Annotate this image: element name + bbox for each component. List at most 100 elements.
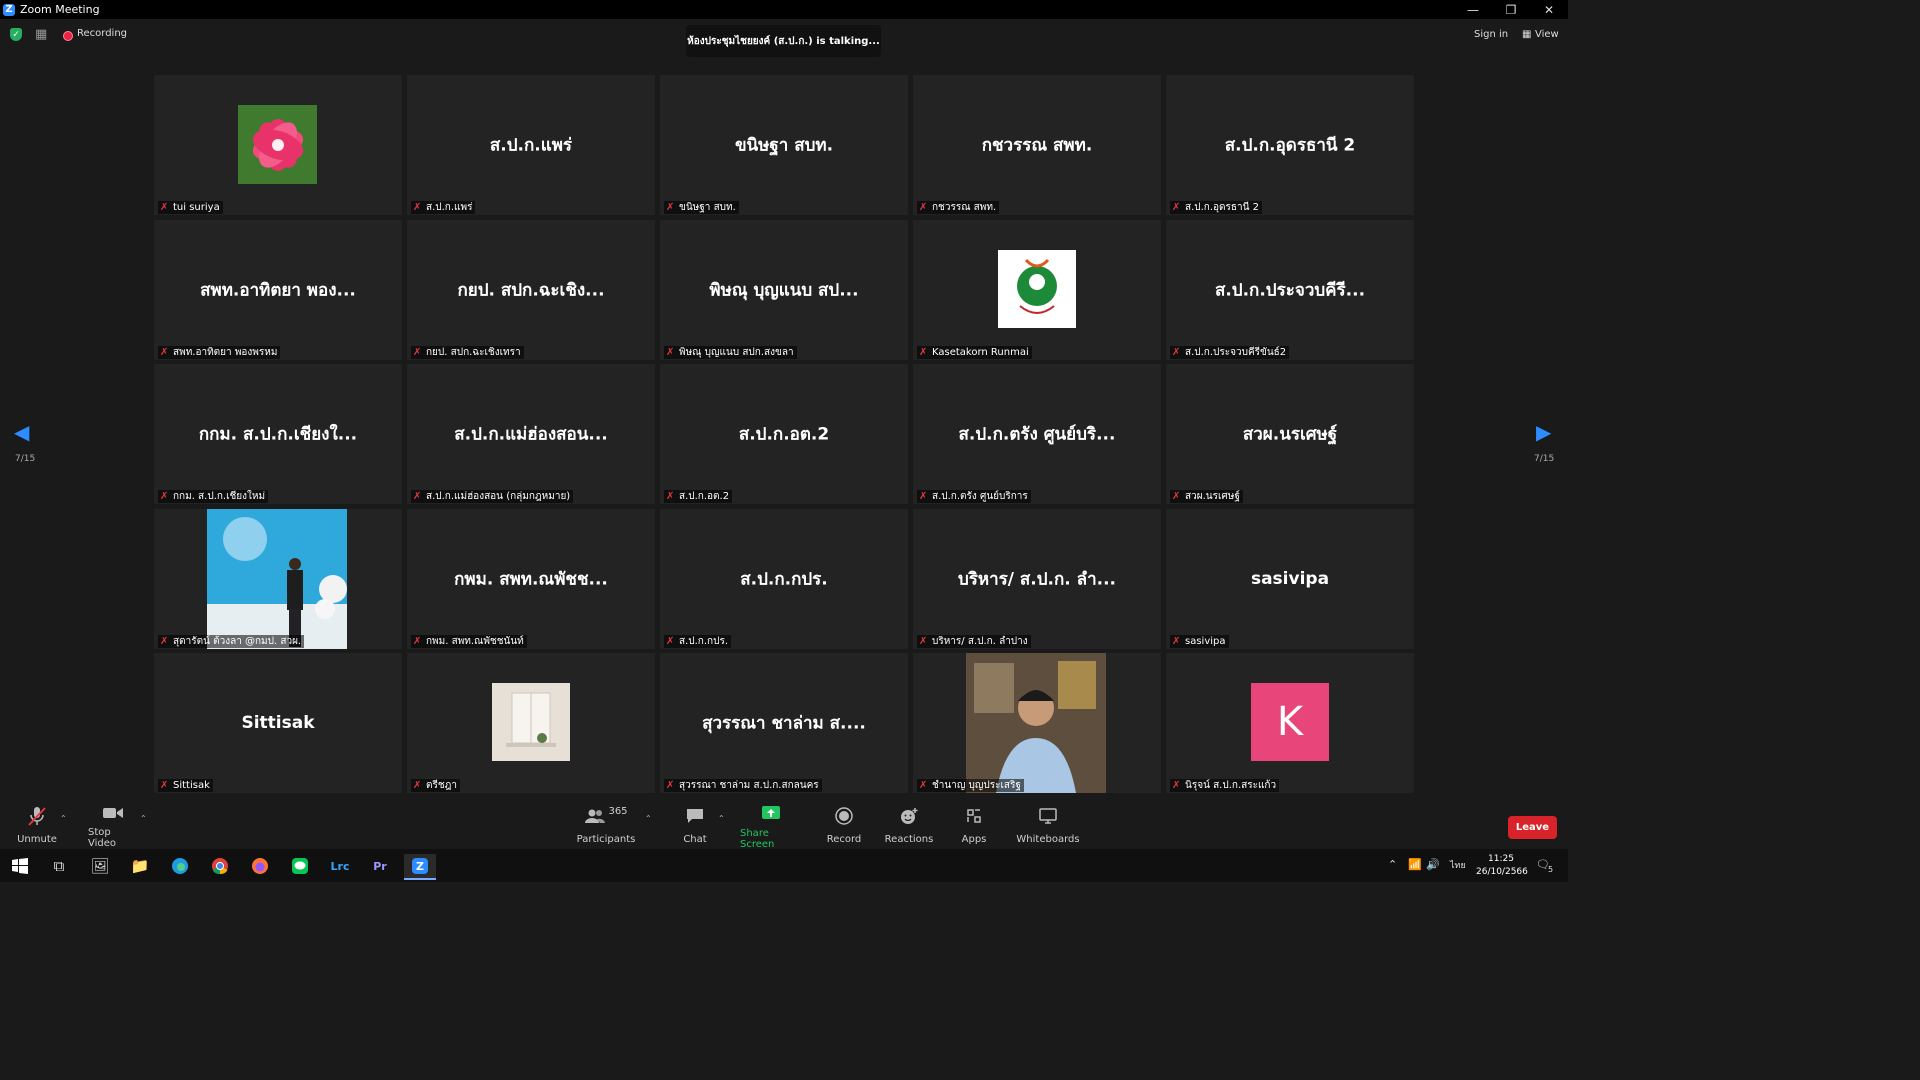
participant-name-text: สพท.อาทิตยา พองพรหม — [173, 347, 278, 358]
clock-date: 26/10/2566 — [1476, 867, 1528, 877]
participant-display-name: บริหาร/ ส.ป.ก. ลำ... — [957, 569, 1117, 590]
participant-tile[interactable]: กกม. ส.ป.ก.เชียงใ... ✗ กกม. ส.ป.ก.เชียงใหม… — [154, 364, 402, 504]
file-explorer-icon[interactable]: 📁 — [128, 854, 152, 878]
firefox-browser-icon[interactable] — [248, 854, 272, 878]
participant-tile[interactable]: Sittisak ✗ Sittisak — [154, 653, 402, 793]
clock-time: 11:25 — [1488, 854, 1514, 864]
windows-start-icon[interactable] — [8, 854, 32, 878]
restore-button[interactable]: ❐ — [1492, 0, 1530, 19]
view-button[interactable]: View — [1535, 29, 1559, 40]
participant-tile[interactable]: ✗ Kasetakorn Runmai — [913, 220, 1161, 360]
participant-tile[interactable]: สุวรรณา ชาล่าม ส.... ✗ สุวรรณา ชาล่าม ส.ป.… — [660, 653, 908, 793]
participants-button[interactable]: 365 Participants — [577, 804, 636, 849]
zoom-app-icon[interactable]: Z — [404, 854, 436, 880]
participant-tile[interactable]: ✗ ตรีชฎา — [407, 653, 655, 793]
unmute-button[interactable]: Unmute — [17, 804, 57, 849]
participant-tile[interactable]: ขนิษฐา สบท. ✗ ขนิษฐา สบท. — [660, 75, 908, 215]
muted-mic-icon: ✗ — [666, 202, 675, 213]
system-clock[interactable]: 11:25 26/10/2566 — [1476, 853, 1528, 879]
zoom-logo-icon: Z — [3, 3, 15, 16]
participant-name-label: ✗ ขนิษฐา สบท. — [664, 201, 739, 214]
leave-button[interactable]: Leave — [1508, 816, 1557, 839]
security-shield-icon[interactable]: ✓ — [10, 28, 22, 41]
reactions-button[interactable]: Reactions — [885, 804, 933, 849]
participant-tile[interactable]: พิษณุ บุญแนบ สป... ✗ พิษณุ บุญแนบ สปก.สงขล… — [660, 220, 908, 360]
video-options-caret-icon[interactable]: ⌃ — [140, 814, 147, 823]
participant-tile[interactable]: ✗ tui suriya — [154, 75, 402, 215]
photos-app-icon[interactable]: 🖼 — [88, 854, 112, 878]
participant-tile[interactable]: ส.ป.ก.อุดรธานี 2 ✗ ส.ป.ก.อุดรธานี 2 — [1166, 75, 1414, 215]
audio-options-caret-icon[interactable]: ⌃ — [60, 814, 67, 823]
line-app-icon[interactable] — [288, 854, 312, 878]
input-language[interactable]: ไทย — [1450, 858, 1466, 872]
muted-mic-icon — [26, 804, 48, 828]
whiteboards-button[interactable]: Whiteboards — [1016, 804, 1080, 849]
participant-tile[interactable]: สพท.อาทิตยา พอง... ✗ สพท.อาทิตยา พองพรหม — [154, 220, 402, 360]
share-screen-button[interactable]: Share Screen — [740, 804, 802, 850]
participant-tile[interactable]: ส.ป.ก.อต.2 ✗ ส.ป.ก.อต.2 — [660, 364, 908, 504]
premiere-pro-icon[interactable]: Pr — [368, 854, 392, 878]
participant-name-label: ✗ ส.ป.ก.แพร่ — [411, 201, 476, 214]
participant-tile[interactable]: กชวรรณ สพท. ✗ กชวรรณ สพท. — [913, 75, 1161, 215]
minimize-button[interactable]: — — [1454, 0, 1492, 19]
record-button[interactable]: Record — [826, 804, 862, 849]
muted-mic-icon: ✗ — [919, 780, 928, 791]
muted-mic-icon: ✗ — [413, 491, 422, 502]
close-button[interactable]: ✕ — [1530, 0, 1568, 19]
muted-mic-icon: ✗ — [666, 347, 675, 358]
view-grid-icon[interactable]: ▦ — [1522, 29, 1531, 40]
participant-tile[interactable]: บริหาร/ ส.ป.ก. ลำ... ✗ บริหาร/ ส.ป.ก. ลำปา… — [913, 509, 1161, 649]
participant-tile[interactable]: สวผ.นรเศษฐ์ ✗ สวผ.นรเศษฐ์ — [1166, 364, 1414, 504]
participants-caret-icon[interactable]: ⌃ — [645, 814, 652, 823]
muted-mic-icon: ✗ — [160, 202, 169, 213]
participant-name-text: นิรุจน์ ส.ป.ก.สระแก้ว — [1185, 780, 1277, 791]
stop-video-button[interactable]: Stop Video — [88, 804, 138, 849]
notification-count: 5 — [1548, 865, 1554, 874]
task-view-icon[interactable]: ⧉ — [47, 854, 71, 878]
participant-name-label: ✗ ส.ป.ก.แม่ฮ่องสอน (กลุ่มกฎหมาย) — [411, 490, 574, 503]
participant-tile[interactable]: ส.ป.ก.แม่ฮ่องสอน... ✗ ส.ป.ก.แม่ฮ่องสอน (กล… — [407, 364, 655, 504]
participant-tile[interactable]: ✗ สุดารัตน์ ต้วงลา @กมป. สวผ. — [154, 509, 402, 649]
sign-in-button[interactable]: Sign in — [1474, 29, 1508, 40]
muted-mic-icon: ✗ — [413, 780, 422, 791]
volume-icon[interactable]: 🔊 — [1426, 858, 1440, 871]
participant-display-name: กกม. ส.ป.ก.เชียงใ... — [198, 424, 358, 445]
network-icon[interactable]: 📶 — [1408, 858, 1422, 871]
prev-page-arrow-icon[interactable]: ◀ — [14, 420, 29, 444]
muted-mic-icon: ✗ — [919, 347, 928, 358]
meeting-info-grid-icon[interactable]: ▦ — [35, 28, 48, 41]
participant-display-name: ส.ป.ก.ประจวบคีรี... — [1214, 280, 1366, 301]
participant-tile[interactable]: ส.ป.ก.ประจวบคีรี... ✗ ส.ป.ก.ประจวบคีรีขันธ… — [1166, 220, 1414, 360]
recording-label[interactable]: Recording — [77, 28, 127, 39]
participant-name-text: sasivipa — [1185, 636, 1226, 647]
lightroom-classic-icon[interactable]: Lrc — [328, 854, 352, 878]
participant-tile[interactable]: ส.ป.ก.ตรัง ศูนย์บริ... ✗ ส.ป.ก.ตรัง ศูนย์บ… — [913, 364, 1161, 504]
chat-caret-icon[interactable]: ⌃ — [718, 814, 725, 823]
meeting-topbar: ✓ ▦ Recording ห้องประชุมไชยยงค์ (ส.ป.ก.)… — [0, 19, 1568, 57]
participant-tile[interactable]: ✗ ชำนาญ บุญประเสริฐ — [913, 653, 1161, 793]
participant-name-text: สุวรรณา ชาล่าม ส.ป.ก.สกลนคร — [679, 780, 819, 791]
participant-tile[interactable]: sasivipa ✗ sasivipa — [1166, 509, 1414, 649]
edge-browser-icon[interactable] — [168, 854, 192, 878]
window-controls: — ❐ ✕ — [1454, 0, 1568, 19]
participant-tile[interactable]: K ✗ นิรุจน์ ส.ป.ก.สระแก้ว — [1166, 653, 1414, 793]
participant-tile[interactable]: ส.ป.ก.กปร. ✗ ส.ป.ก.กปร. — [660, 509, 908, 649]
apps-label: Apps — [961, 834, 987, 845]
muted-mic-icon: ✗ — [1172, 780, 1181, 791]
participant-name-text: พิษณุ บุญแนบ สปก.สงขลา — [679, 347, 794, 358]
participant-name-text: ส.ป.ก.แพร่ — [426, 202, 473, 213]
share-screen-label: Share Screen — [740, 828, 775, 850]
participant-tile[interactable]: กพม. สพท.ณพัชช... ✗ กพม. สพท.ณพัชชนันท์ — [407, 509, 655, 649]
record-icon — [834, 804, 854, 828]
participant-name-label: ✗ Kasetakorn Runmai — [917, 346, 1032, 359]
participant-tile[interactable]: ส.ป.ก.แพร่ ✗ ส.ป.ก.แพร่ — [407, 75, 655, 215]
chat-button[interactable]: Chat — [680, 804, 710, 849]
apps-button[interactable]: Apps — [960, 804, 988, 849]
tray-overflow-icon[interactable]: ⌃ — [1388, 858, 1397, 871]
participant-display-name: ขนิษฐา สบท. — [734, 135, 834, 156]
window-title: Zoom Meeting — [20, 3, 100, 16]
chrome-browser-icon[interactable] — [208, 854, 232, 878]
participant-tile[interactable]: กยป. สปก.ฉะเชิง... ✗ กยป. สปก.ฉะเชิงเทรา — [407, 220, 655, 360]
recording-dot-icon — [63, 31, 73, 41]
next-page-arrow-icon[interactable]: ▶ — [1536, 420, 1551, 444]
